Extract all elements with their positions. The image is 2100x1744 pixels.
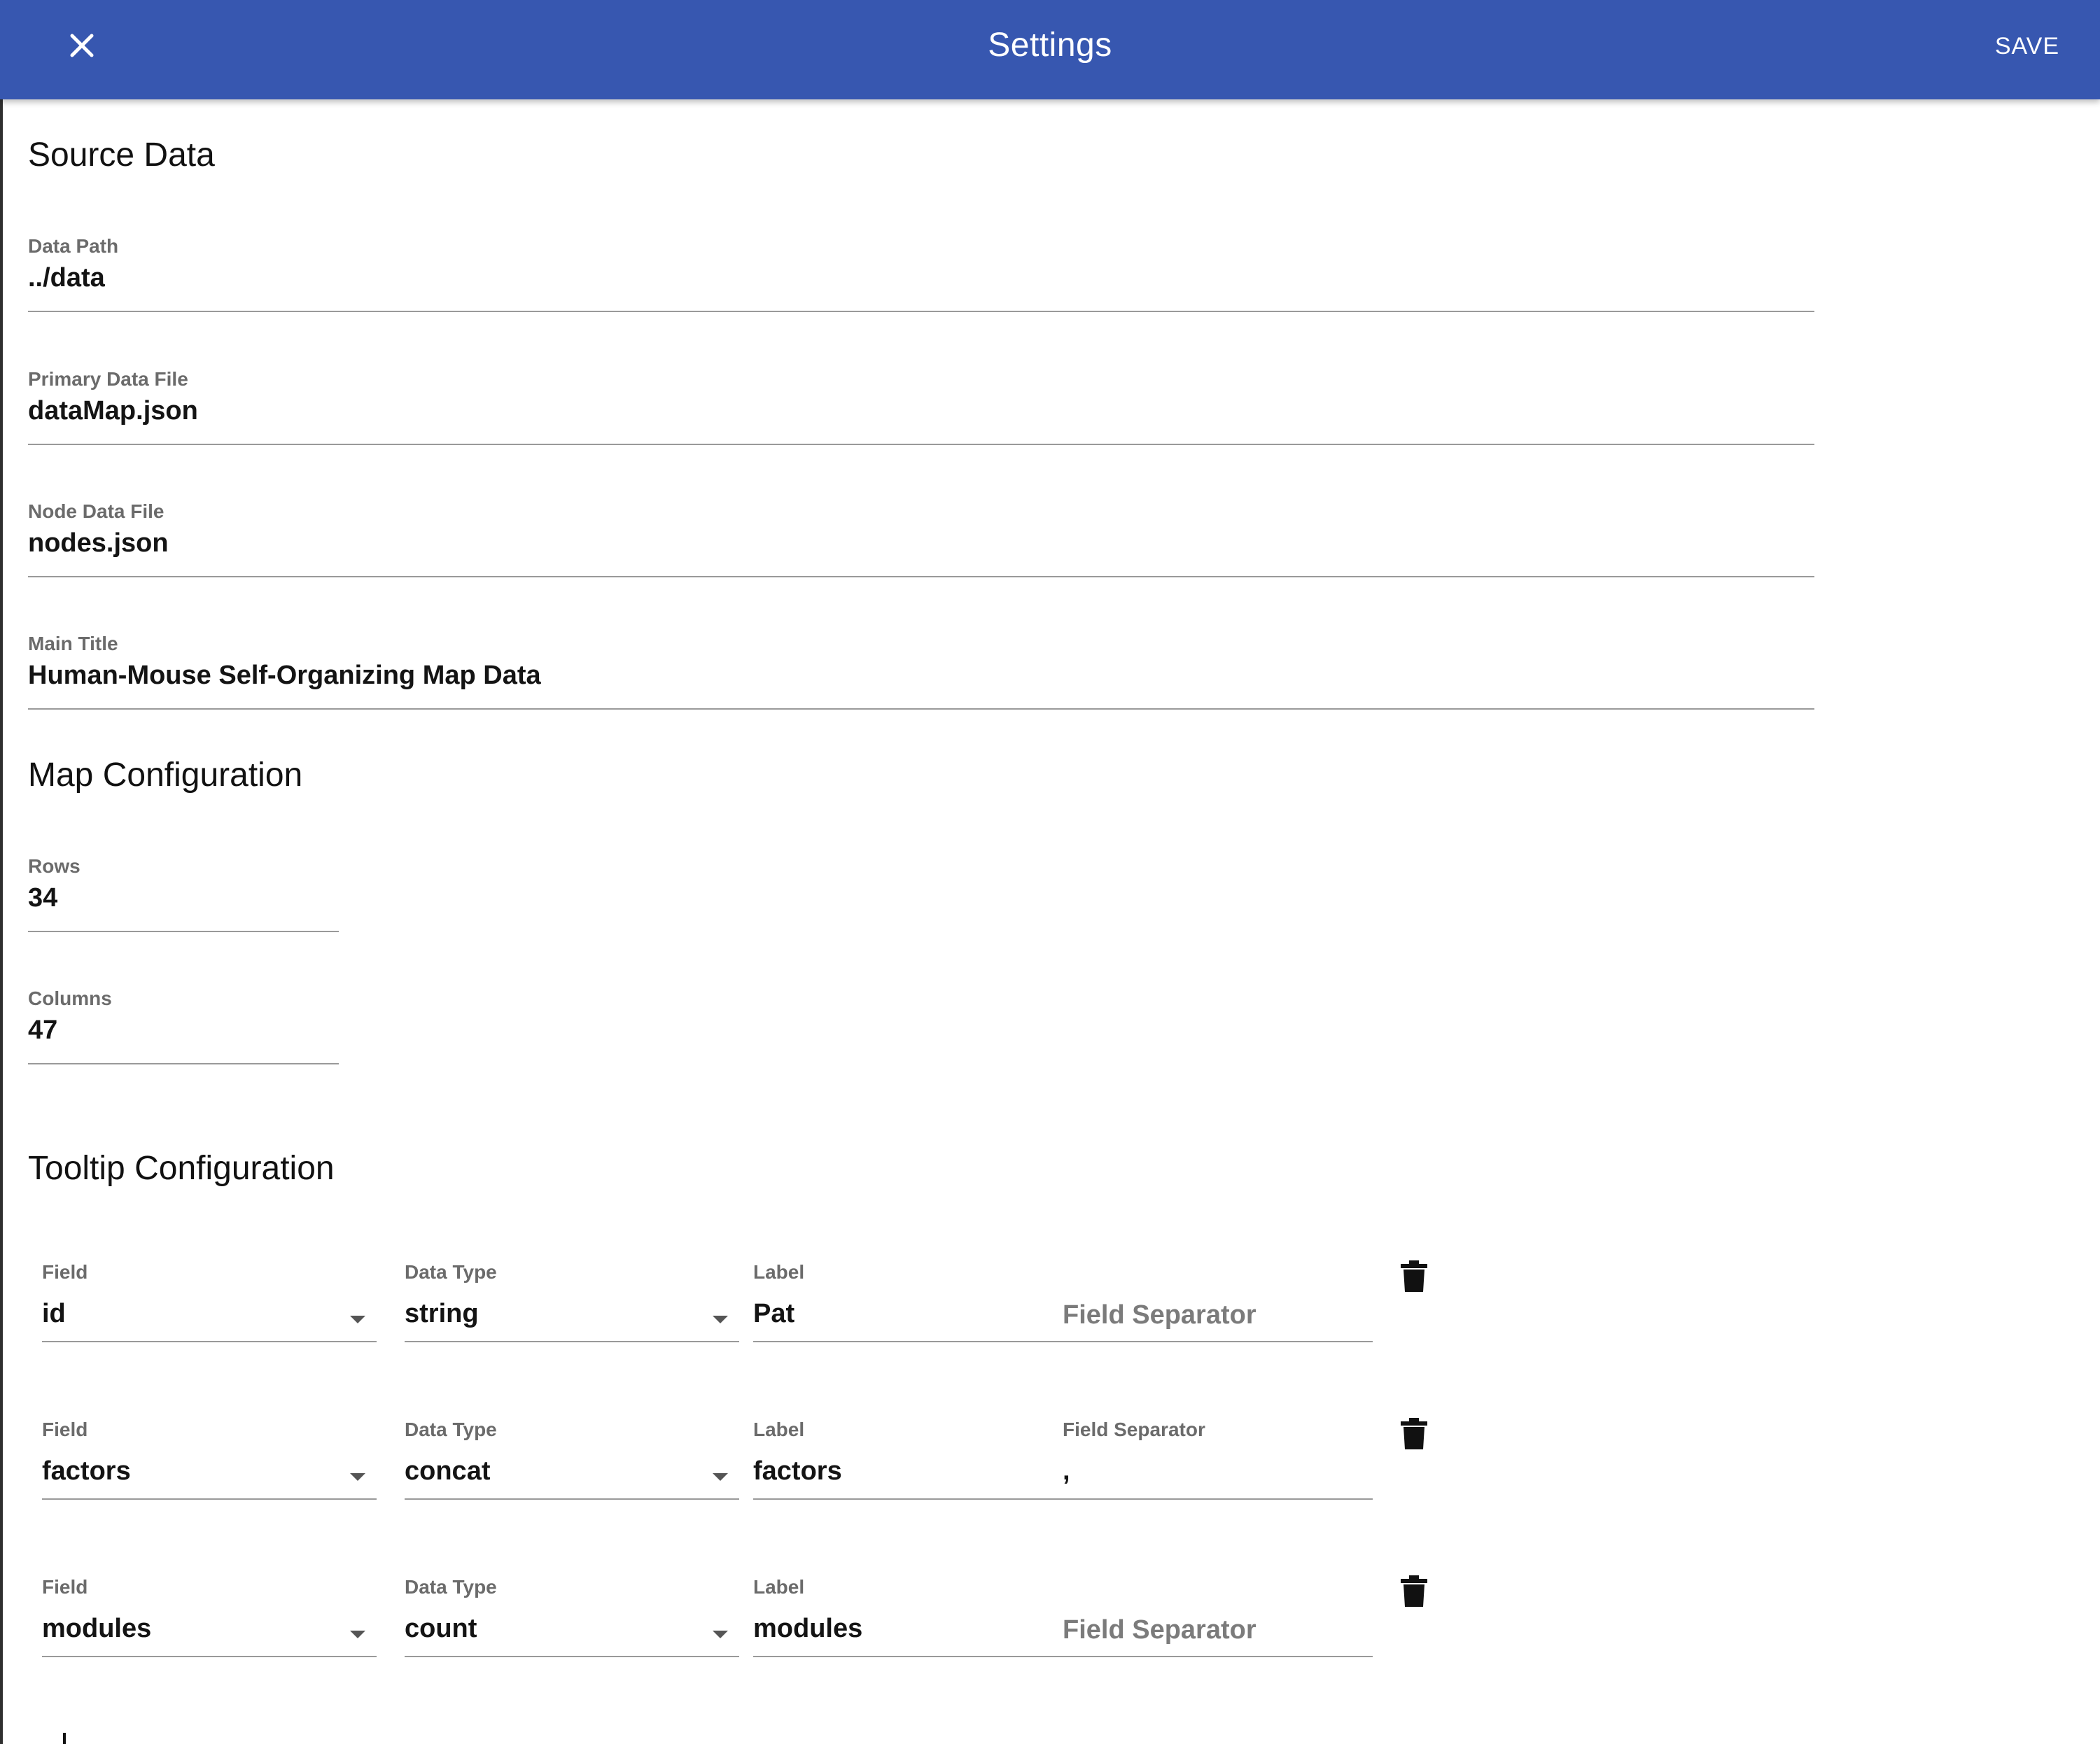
primary-data-file-value: dataMap.json: [28, 396, 198, 426]
trash-icon: [1401, 1260, 1427, 1292]
node-data-file-label: Node Data File: [28, 500, 164, 522]
columns-field[interactable]: Columns 47: [28, 987, 339, 1064]
delete-button[interactable]: [1400, 1417, 1428, 1451]
data-type-label: Data Type: [405, 1576, 497, 1598]
field-select-value: id: [42, 1299, 66, 1328]
window-left-border: [0, 0, 3, 1744]
delete-button[interactable]: [1400, 1260, 1428, 1293]
node-data-file-field[interactable]: Node Data File nodes.json: [28, 500, 1814, 577]
label-field-label: Label: [753, 1261, 805, 1283]
field-underline: [405, 1341, 739, 1342]
page-title: Settings: [988, 27, 1112, 64]
field-select-label: Field: [42, 1576, 88, 1598]
delete-button[interactable]: [1400, 1575, 1428, 1608]
add-icon[interactable]: [63, 1733, 66, 1744]
primary-data-file-field[interactable]: Primary Data File dataMap.json: [28, 368, 1814, 445]
data-path-label: Data Path: [28, 235, 119, 257]
data-type-label: Data Type: [405, 1261, 497, 1283]
field-select[interactable]: Field modules: [42, 1576, 377, 1657]
label-field-value: Pat: [753, 1299, 795, 1328]
node-data-file-value: nodes.json: [28, 528, 169, 558]
field-underline: [42, 1656, 377, 1657]
section-title-tooltip-configuration: Tooltip Configuration: [28, 1150, 335, 1187]
data-type-select[interactable]: Data Type string: [405, 1261, 739, 1342]
data-path-field[interactable]: Data Path ../data: [28, 235, 1814, 312]
chevron-down-icon: [350, 1473, 365, 1481]
data-type-select[interactable]: Data Type count: [405, 1576, 739, 1657]
label-field-label: Label: [753, 1419, 805, 1440]
data-type-select[interactable]: Data Type concat: [405, 1419, 739, 1500]
trash-icon: [1401, 1418, 1427, 1449]
chevron-down-icon: [713, 1473, 728, 1481]
data-type-value: count: [405, 1614, 477, 1643]
section-title-map-configuration: Map Configuration: [28, 757, 303, 794]
field-select-value: factors: [42, 1456, 131, 1486]
chevron-down-icon: [713, 1316, 728, 1323]
field-select[interactable]: Field factors: [42, 1419, 377, 1500]
chevron-down-icon: [350, 1316, 365, 1323]
field-underline: [28, 576, 1814, 577]
chevron-down-icon: [713, 1631, 728, 1638]
field-underline: [28, 1063, 339, 1064]
save-button[interactable]: SAVE: [1995, 27, 2059, 66]
section-title-source-data: Source Data: [28, 136, 215, 174]
label-field-value: modules: [753, 1614, 863, 1643]
field-select-label: Field: [42, 1419, 88, 1440]
primary-data-file-label: Primary Data File: [28, 368, 188, 390]
field-separator-value: ,: [1063, 1456, 1070, 1486]
field-underline: [405, 1498, 739, 1500]
field-underline: [42, 1341, 377, 1342]
field-separator-input[interactable]: Field Separator: [1063, 1576, 1373, 1657]
main-title-value: Human-Mouse Self-Organizing Map Data: [28, 661, 541, 690]
field-separator-label: Field Separator: [1063, 1419, 1205, 1440]
columns-value: 47: [28, 1015, 58, 1045]
rows-label: Rows: [28, 855, 80, 877]
field-underline: [28, 708, 1814, 710]
columns-label: Columns: [28, 987, 112, 1009]
field-select-value: modules: [42, 1614, 152, 1643]
main-title-field[interactable]: Main Title Human-Mouse Self-Organizing M…: [28, 633, 1814, 710]
field-separator-input[interactable]: Field Separator ,: [1063, 1419, 1373, 1500]
field-underline: [28, 444, 1814, 445]
field-select[interactable]: Field id: [42, 1261, 377, 1342]
data-path-value: ../data: [28, 263, 105, 293]
data-type-value: concat: [405, 1456, 491, 1486]
field-underline: [42, 1498, 377, 1500]
field-underline: [28, 311, 1814, 312]
rows-value: 34: [28, 883, 58, 913]
chevron-down-icon: [350, 1631, 365, 1638]
label-field-label: Label: [753, 1576, 805, 1598]
app-bar: Settings SAVE: [0, 0, 2100, 99]
field-underline: [405, 1656, 739, 1657]
field-separator-input[interactable]: Field Separator: [1063, 1261, 1373, 1342]
data-type-label: Data Type: [405, 1419, 497, 1440]
main-title-label: Main Title: [28, 633, 118, 654]
label-field-value: factors: [753, 1456, 842, 1486]
data-type-value: string: [405, 1299, 479, 1328]
field-separator-placeholder: Field Separator: [1063, 1615, 1256, 1645]
trash-icon: [1401, 1575, 1427, 1607]
field-underline: [28, 931, 339, 932]
field-separator-placeholder: Field Separator: [1063, 1300, 1256, 1330]
field-select-label: Field: [42, 1261, 88, 1283]
rows-field[interactable]: Rows 34: [28, 855, 339, 932]
